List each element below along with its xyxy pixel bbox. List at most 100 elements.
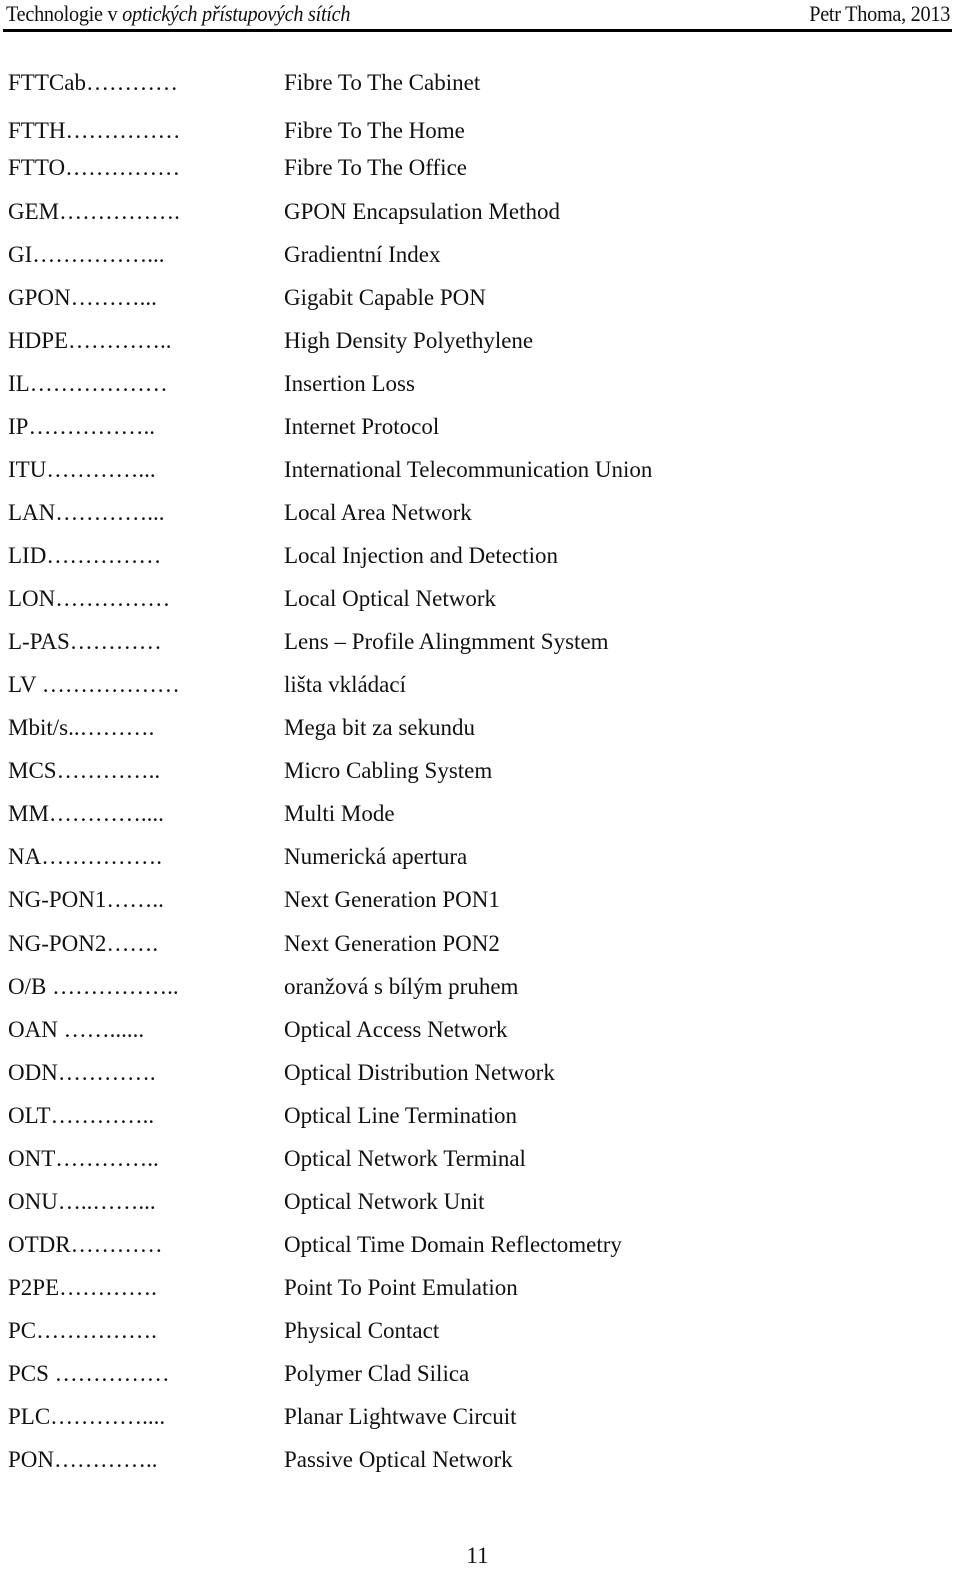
abbreviation: GPON………... (8, 285, 157, 311)
list-item: LV ……………… lišta vkládací (0, 670, 960, 700)
abbreviation-meaning: Micro Cabling System (284, 758, 493, 784)
list-item: PLC………….... Planar Lightwave Circuit (0, 1402, 960, 1432)
list-item: PC……………. Physical Contact (0, 1316, 960, 1346)
abbreviation: FTTO…………… (8, 155, 181, 180)
document-title-italic: optických přístupových sítích (122, 1, 351, 26)
abbreviation-meaning: Optical Line Termination (284, 1102, 518, 1128)
abbreviation-meaning: Optical Network Terminal (284, 1145, 526, 1171)
list-item: ONU…..……... Optical Network Unit (0, 1187, 960, 1217)
list-item: FTTH…………… Fibre To The Home (0, 116, 960, 146)
list-item: ODN…………. Optical Distribution Network (0, 1058, 960, 1088)
abbreviation: LON…………… (8, 586, 171, 612)
abbreviation-meaning: Next Generation PON2 (284, 930, 500, 956)
list-item: NA……………. Numerická apertura (0, 842, 960, 872)
abbreviation: IP…………….. (8, 414, 155, 440)
abbreviation-meaning: Optical Distribution Network (284, 1059, 555, 1085)
list-item: OAN ……...... Optical Access Network (0, 1015, 960, 1045)
abbreviation: ONU…..……... (8, 1188, 156, 1214)
abbreviation-meaning: Fibre To The Home (284, 118, 465, 143)
abbreviation: FTTCab………… (8, 70, 178, 95)
abbreviation-meaning: Local Area Network (284, 500, 472, 526)
abbreviation-meaning: Gradientní Index (284, 242, 441, 268)
abbreviation-meaning: Passive Optical Network (284, 1446, 513, 1472)
page-number: 11 (466, 1543, 489, 1568)
abbreviation-meaning: Optical Network Unit (284, 1188, 485, 1214)
abbreviation: NA……………. (8, 844, 162, 870)
list-item: ONT………….. Optical Network Terminal (0, 1144, 960, 1174)
list-item: MM………….... Multi Mode (0, 799, 960, 829)
abbreviation-meaning: Gigabit Capable PON (284, 285, 486, 311)
abbreviation: O/B …………….. (8, 973, 179, 999)
abbreviation: OLT………….. (8, 1102, 155, 1128)
abbreviation-meaning: Lens – Profile Alingmment System (284, 629, 609, 655)
abbreviation-meaning: Optical Access Network (284, 1016, 508, 1042)
abbreviation: LV ……………… (8, 672, 180, 698)
abbreviation-meaning: Numerická apertura (284, 844, 468, 870)
abbreviation-meaning: Insertion Loss (284, 371, 415, 397)
list-item: HDPE………….. High Density Polyethylene (0, 326, 960, 356)
abbreviation-meaning: Physical Contact (284, 1317, 440, 1343)
list-item: GI……………... Gradientní Index (0, 240, 960, 270)
abbreviation: P2PE…………. (8, 1274, 157, 1300)
page-header: Technologie v optických přístupových sít… (6, 0, 950, 30)
abbreviation-meaning: Local Optical Network (284, 586, 497, 612)
abbreviation-meaning: International Telecommunication Union (284, 457, 653, 483)
header-divider (3, 29, 952, 32)
abbreviation: Mbit/s..………. (8, 715, 155, 741)
abbreviation: PLC………….... (8, 1403, 166, 1429)
list-item: IP…………….. Internet Protocol (0, 412, 960, 442)
document-title: Technologie v optických přístupových sít… (6, 1, 350, 27)
list-item: LID…………… Local Injection and Detection (0, 541, 960, 571)
abbreviation: PC……………. (8, 1317, 157, 1343)
list-item: L-PAS………… Lens – Profile Alingmment Syste… (0, 627, 960, 657)
document-title-prefix: Technologie v (6, 1, 123, 26)
abbreviation-meaning: Fibre To The Cabinet (284, 70, 481, 95)
abbreviation: NG-PON2……. (8, 930, 159, 956)
abbreviation: L-PAS………… (8, 629, 162, 655)
abbreviation: MM………….... (8, 801, 164, 827)
author-year: Petr Thoma, 2013 (809, 1, 950, 26)
abbreviation: NG-PON1…….. (8, 887, 164, 913)
abbreviation: ITU…………... (8, 457, 156, 483)
abbreviation-meaning: Mega bit za sekundu (284, 715, 475, 741)
abbreviation-meaning: Point To Point Emulation (284, 1274, 518, 1300)
abbreviation-meaning: Local Injection and Detection (284, 543, 558, 569)
list-item: GEM……………. GPON Encapsulation Method (0, 197, 960, 227)
abbreviation: GEM……………. (8, 199, 180, 224)
list-item: GPON………... Gigabit Capable PON (0, 283, 960, 313)
abbreviation-meaning: GPON Encapsulation Method (284, 199, 560, 224)
abbreviation-meaning: Internet Protocol (284, 414, 440, 440)
abbreviation: OTDR………… (8, 1231, 163, 1257)
abbreviation: HDPE………….. (8, 328, 172, 354)
abbreviation: ONT………….. (8, 1145, 159, 1171)
abbreviation: GI……………... (8, 242, 165, 268)
abbreviation: IL……………… (8, 371, 168, 397)
list-item: P2PE…………. Point To Point Emulation (0, 1273, 960, 1303)
list-item: O/B …………….. oranžová s bílým pruhem (0, 972, 960, 1002)
abbreviation: LAN…………... (8, 500, 165, 526)
list-item: Mbit/s..………. Mega bit za sekundu (0, 713, 960, 743)
abbreviation: MCS………….. (8, 758, 161, 784)
list-item: MCS………….. Micro Cabling System (0, 756, 960, 786)
list-item: PCS …………… Polymer Clad Silica (0, 1359, 960, 1389)
abbreviation: ODN…………. (8, 1059, 156, 1085)
abbreviation-meaning: High Density Polyethylene (284, 328, 534, 354)
abbreviation-meaning: oranžová s bílým pruhem (284, 973, 519, 999)
list-item: FTTCab………… Fibre To The Cabinet (0, 68, 960, 98)
abbreviation-meaning: Multi Mode (284, 801, 395, 827)
abbreviation: PON………….. (8, 1446, 158, 1472)
abbreviation: FTTH…………… (8, 118, 181, 143)
list-item: FTTO…………… Fibre To The Office (0, 153, 960, 183)
abbreviation-meaning: Polymer Clad Silica (284, 1360, 470, 1386)
abbreviation: LID…………… (8, 543, 162, 569)
abbreviation-meaning: Planar Lightwave Circuit (284, 1403, 517, 1429)
abbreviation-meaning: lišta vkládací (284, 672, 406, 698)
list-item: OLT………….. Optical Line Termination (0, 1101, 960, 1131)
list-item: LON…………… Local Optical Network (0, 584, 960, 614)
list-item: PON………….. Passive Optical Network (0, 1445, 960, 1475)
list-item: NG-PON1…….. Next Generation PON1 (0, 885, 960, 915)
list-item: ITU…………... International Telecommunicatio… (0, 455, 960, 485)
abbreviation: PCS …………… (8, 1360, 170, 1386)
abbreviation-meaning: Next Generation PON1 (284, 887, 500, 913)
list-item: NG-PON2……. Next Generation PON2 (0, 929, 960, 959)
